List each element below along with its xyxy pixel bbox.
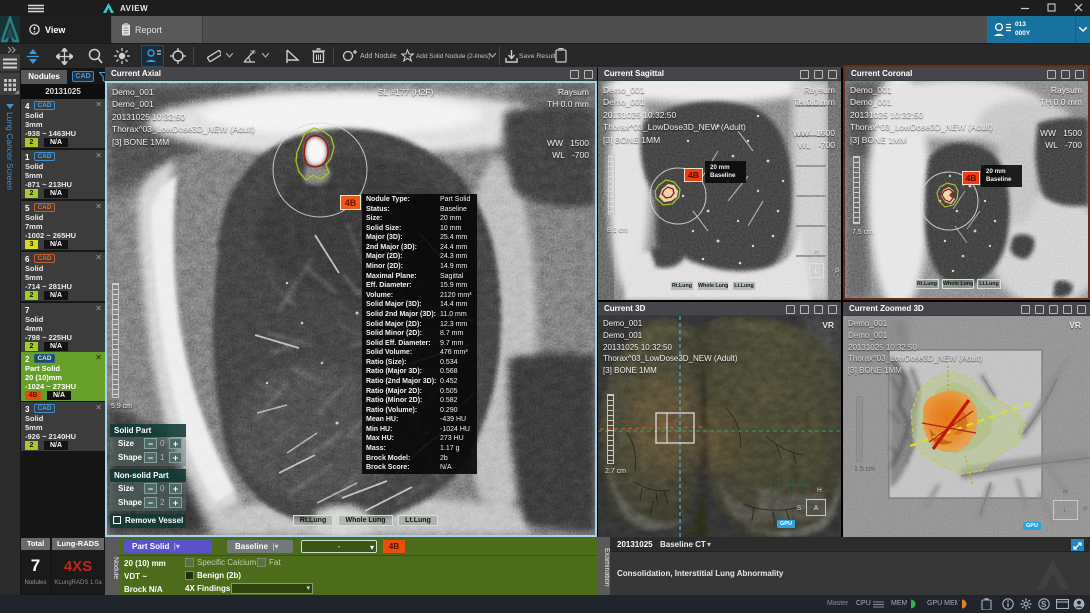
svg-text:30: 30 <box>250 50 256 56</box>
svg-text:S: S <box>1041 600 1047 609</box>
